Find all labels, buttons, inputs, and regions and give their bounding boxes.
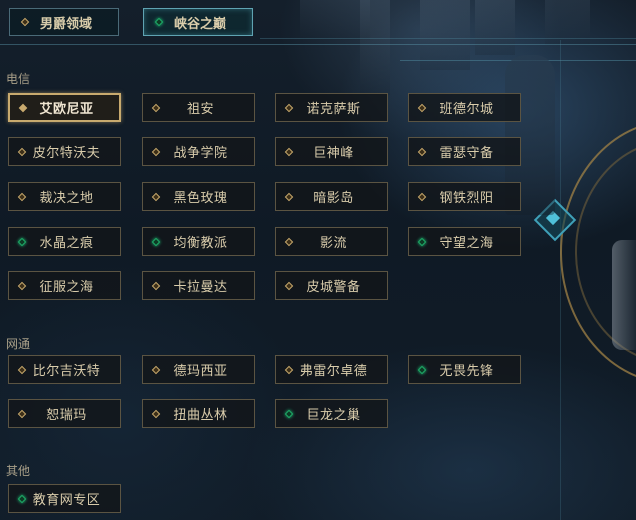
- server-label: 卡拉曼达: [173, 280, 228, 295]
- section-label-netcom: 网通: [6, 337, 31, 351]
- server-label: 守望之海: [439, 236, 494, 251]
- server-button[interactable]: 恕瑞玛: [8, 399, 121, 428]
- tab-region-baron[interactable]: 男爵领域: [9, 8, 119, 36]
- section-label-telecom: 电信: [6, 72, 31, 86]
- server-label: 无畏先锋: [439, 364, 494, 379]
- background-tower: [475, 0, 515, 55]
- section-label-other: 其他: [6, 464, 31, 478]
- server-label: 扭曲丛林: [173, 408, 228, 423]
- server-label: 诺克萨斯: [306, 102, 361, 117]
- server-label: 巨龙之巢: [306, 408, 361, 423]
- server-label: 钢铁烈阳: [439, 191, 494, 206]
- server-label: 教育网专区: [32, 493, 101, 508]
- server-button[interactable]: 战争学院: [142, 137, 255, 166]
- tab-label: 峡谷之巅: [173, 16, 226, 32]
- server-button[interactable]: 皮城警备: [275, 271, 388, 300]
- server-button[interactable]: 影流: [275, 227, 388, 256]
- server-label: 德玛西亚: [173, 364, 228, 379]
- server-label: 艾欧尼亚: [39, 102, 94, 117]
- server-label: 影流: [319, 236, 347, 251]
- server-label: 巨神峰: [313, 146, 354, 161]
- server-button[interactable]: 祖安: [142, 93, 255, 122]
- server-button[interactable]: 弗雷尔卓德: [275, 355, 388, 384]
- tab-label: 男爵领域: [39, 16, 92, 32]
- server-label: 均衡教派: [173, 236, 228, 251]
- server-label: 恕瑞玛: [46, 408, 87, 423]
- server-label: 皮尔特沃夫: [32, 146, 101, 161]
- server-button[interactable]: 守望之海: [408, 227, 521, 256]
- server-button[interactable]: 黑色玫瑰: [142, 182, 255, 211]
- server-button[interactable]: 德玛西亚: [142, 355, 255, 384]
- server-button[interactable]: 雷瑟守备: [408, 137, 521, 166]
- server-button[interactable]: 钢铁烈阳: [408, 182, 521, 211]
- server-label: 征服之海: [39, 280, 94, 295]
- server-button[interactable]: 艾欧尼亚: [8, 93, 121, 122]
- server-label: 比尔吉沃特: [32, 364, 101, 379]
- background-figure: [612, 240, 636, 350]
- server-label: 暗影岛: [313, 191, 354, 206]
- frame-line: [560, 40, 561, 520]
- server-label: 祖安: [186, 102, 214, 117]
- server-button[interactable]: 巨龙之巢: [275, 399, 388, 428]
- background-tower: [300, 0, 370, 40]
- server-button[interactable]: 扭曲丛林: [142, 399, 255, 428]
- server-button[interactable]: 无畏先锋: [408, 355, 521, 384]
- frame-line: [260, 38, 636, 39]
- server-label: 弗雷尔卓德: [299, 364, 368, 379]
- server-button[interactable]: 诺克萨斯: [275, 93, 388, 122]
- server-button[interactable]: 班德尔城: [408, 93, 521, 122]
- server-button[interactable]: 裁决之地: [8, 182, 121, 211]
- server-button[interactable]: 征服之海: [8, 271, 121, 300]
- server-button[interactable]: 皮尔特沃夫: [8, 137, 121, 166]
- server-button[interactable]: 教育网专区: [8, 484, 121, 513]
- server-label: 班德尔城: [439, 102, 494, 117]
- top-divider-line: [0, 44, 636, 45]
- server-button[interactable]: 比尔吉沃特: [8, 355, 121, 384]
- tab-region-summit[interactable]: 峡谷之巅: [143, 8, 253, 36]
- background-art: [0, 0, 636, 520]
- server-button[interactable]: 均衡教派: [142, 227, 255, 256]
- server-label: 雷瑟守备: [439, 146, 494, 161]
- server-label: 战争学院: [173, 146, 228, 161]
- server-button[interactable]: 巨神峰: [275, 137, 388, 166]
- server-label: 水晶之痕: [39, 236, 94, 251]
- server-label: 皮城警备: [306, 280, 361, 295]
- server-label: 裁决之地: [39, 191, 94, 206]
- server-label: 黑色玫瑰: [173, 191, 228, 206]
- server-button[interactable]: 水晶之痕: [8, 227, 121, 256]
- server-button[interactable]: 卡拉曼达: [142, 271, 255, 300]
- server-button[interactable]: 暗影岛: [275, 182, 388, 211]
